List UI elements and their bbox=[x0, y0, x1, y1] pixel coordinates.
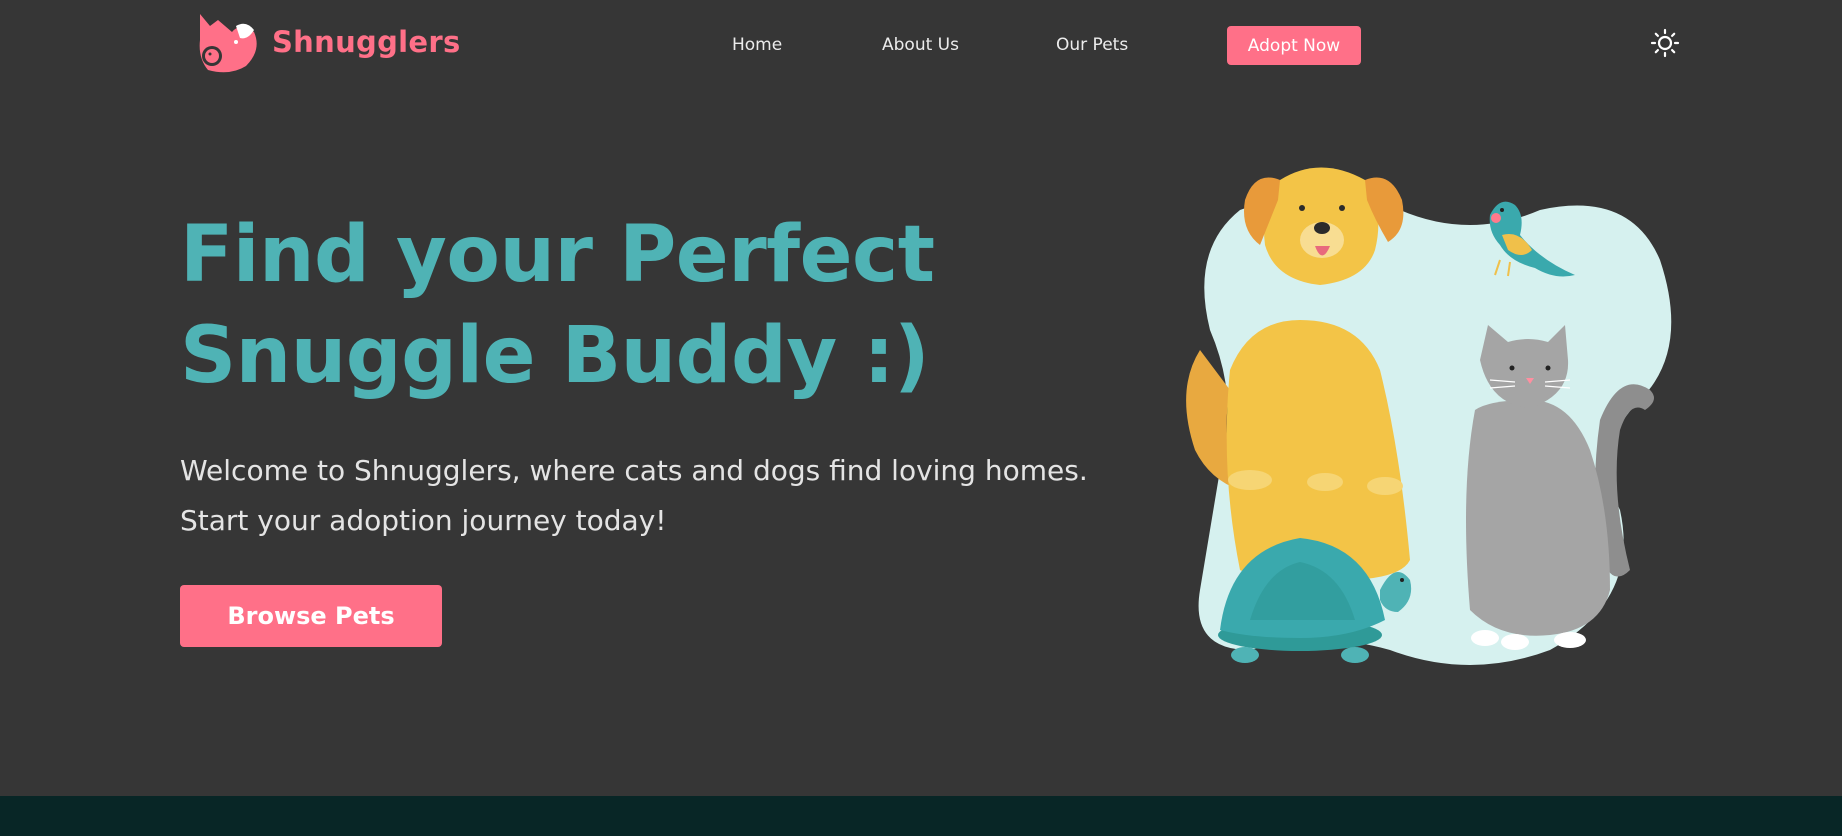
nav-link-home[interactable]: Home bbox=[732, 35, 782, 55]
adopt-now-button[interactable]: Adopt Now bbox=[1227, 26, 1361, 65]
cat-dog-logo-icon bbox=[199, 14, 257, 73]
hero-subtitle: Welcome to Shnugglers, where cats and do… bbox=[180, 446, 1088, 546]
nav-link-our-pets[interactable]: Our Pets bbox=[1056, 35, 1128, 55]
hero-title-line-1: Find your Perfect bbox=[180, 210, 935, 300]
brand-name: Shnugglers bbox=[272, 25, 461, 59]
site-header: Shnugglers Home About Us Our Pets Adopt … bbox=[0, 0, 1842, 92]
hero-subtitle-line-2: Start your adoption journey today! bbox=[180, 504, 667, 537]
footer-strip bbox=[0, 796, 1842, 836]
page: Shnugglers Home About Us Our Pets Adopt … bbox=[0, 0, 1842, 836]
sun-icon bbox=[1650, 28, 1680, 58]
theme-toggle-button[interactable] bbox=[1650, 28, 1680, 58]
brand-logo-link[interactable]: Shnugglers bbox=[196, 10, 461, 74]
nav-link-about-us[interactable]: About Us bbox=[882, 35, 959, 55]
hero-title-line-2: Snuggle Buddy :) bbox=[180, 311, 930, 401]
hero-title: Find your Perfect Snuggle Buddy :) bbox=[180, 205, 1040, 407]
pets-illustration bbox=[1186, 167, 1672, 665]
hero-subtitle-line-1: Welcome to Shnugglers, where cats and do… bbox=[180, 454, 1088, 487]
browse-pets-button[interactable]: Browse Pets bbox=[180, 585, 442, 647]
